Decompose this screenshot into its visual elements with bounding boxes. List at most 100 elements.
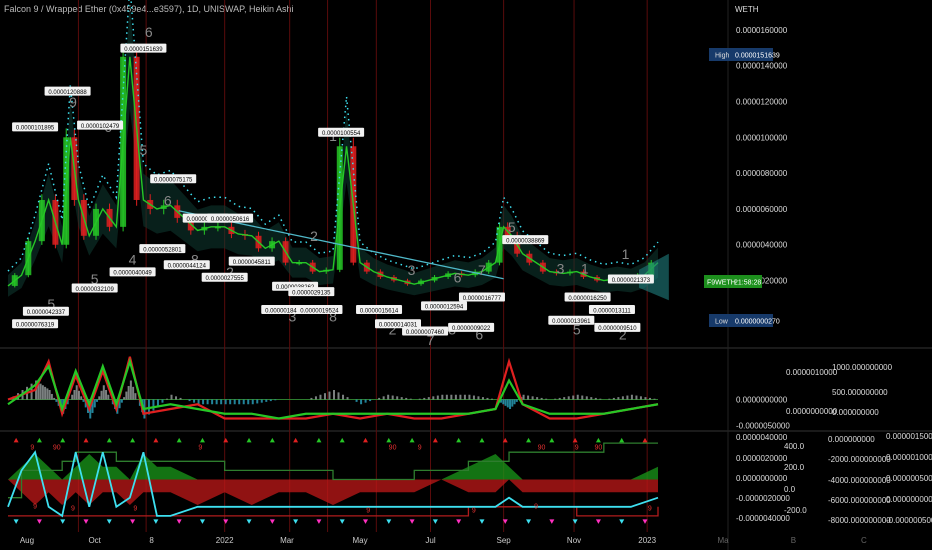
histogram-bar [454,394,457,400]
signal-label: 9 [33,504,37,511]
y-tick-label: -0.0000020000 [736,494,790,503]
value-label: 0.0000009510 [598,326,637,332]
histogram-bar [323,393,326,400]
x-tick-label: C [861,536,867,545]
value-label: 0.0000009022 [452,326,491,332]
histogram-bar [502,399,505,405]
signal-triangle [293,519,299,524]
signal-triangle [316,437,322,443]
signal-label: 9 [71,505,75,512]
signal-triangle [619,437,625,443]
histogram-bar [536,397,539,400]
x-tick-label: Oct [88,536,101,545]
signal-triangle [199,437,205,443]
y-tick-label-right: 0.000000000 [832,408,879,417]
histogram-bar [585,396,588,400]
signal-triangle [199,519,205,524]
value-label: 0.0000038869 [506,238,545,244]
histogram-bar [93,399,96,408]
signal-triangle [130,519,136,524]
histogram-bar [608,398,611,400]
signal-triangle [223,519,229,524]
y-tick-label-right2: 0.0000010000 [886,453,932,462]
signal-triangle [246,437,252,443]
signal-label: 90 [389,444,397,451]
histogram-bar [125,391,128,400]
signal-triangle [106,519,112,524]
value-label: 0.0000100554 [322,131,361,137]
x-tick-label: May [353,536,368,545]
signal-triangle [572,437,578,443]
histogram-bar [53,397,56,400]
histogram-bar [445,394,448,400]
histogram-bar [73,390,76,400]
histogram-bar [48,390,51,400]
histogram-bar [132,386,135,400]
histogram-bar [193,399,196,403]
signal-triangle [595,519,601,524]
y-tick-label-right: -2000.000000000 [828,455,891,464]
value-label: 0.0000102479 [81,124,120,130]
x-tick-label: Aug [20,536,34,545]
signal-triangle [363,519,368,524]
x-tick-label: Ma [717,536,729,545]
signal-triangle [176,519,182,524]
histogram-bar [328,391,331,400]
y-tick-label: 0.0000000000 [736,396,788,405]
y-tick-label-mid: 0.0000010000 [786,368,838,377]
count-number: 5 [508,219,516,235]
histogram-bar [382,396,385,400]
histogram-bar [251,399,254,405]
histogram-bar [238,399,241,405]
histogram-bar [648,397,651,400]
x-tick-label: Mar [280,536,294,545]
histogram-bar [314,396,317,400]
histogram-bar [468,394,471,400]
histogram-bar [134,393,137,400]
signal-label: 9 [366,507,370,514]
low-marker-value: 0.0000000270 [735,319,780,326]
histogram-bar [423,397,426,400]
value-label: 0.0000016777 [463,296,502,302]
histogram-bar [165,398,168,400]
count-number: 6 [454,269,462,285]
signal-triangle [293,437,299,443]
histogram-bar [387,394,390,400]
histogram-bar [233,399,236,405]
signal-triangle [153,437,159,443]
y-tick-label: 0.0000000000 [736,474,788,483]
signal-triangle [386,437,392,443]
histogram-bar [590,397,593,400]
histogram-bar [98,396,101,400]
count-number: 1 [622,246,630,262]
x-tick-label: Sep [497,536,512,545]
signal-triangle [13,437,19,443]
value-label: 0.0000012594 [425,305,464,311]
histogram-bar [123,397,126,400]
histogram-bar [472,395,475,400]
histogram-bar [105,390,108,400]
oscillator-red-line [7,356,659,420]
signal-triangle [619,519,625,524]
signal-triangle [60,437,66,443]
histogram-bar [540,397,543,400]
histogram-bar [80,396,83,400]
count-number: 6 [164,192,172,208]
signal-triangle [36,519,42,524]
y-tick-label-right: -6000.000000000 [828,496,891,505]
histogram-bar [486,397,489,400]
count-number: 5 [140,142,148,158]
count-number: 3 [408,262,416,278]
histogram-bar [617,397,620,400]
histogram-bar [100,390,103,400]
histogram-bar [513,399,516,405]
price-chart[interactable]: 0.00001600000.00001400000.00001200000.00… [0,0,932,550]
count-number: 9 [69,94,77,110]
y-tick-label: 0.0000100000 [736,133,788,142]
signal-label: 90 [595,444,603,451]
signal-triangle [572,519,578,524]
histogram-bar [378,397,381,400]
histogram-bar [75,385,78,400]
signal-label: 9 [418,444,422,451]
histogram-bar [256,399,259,404]
